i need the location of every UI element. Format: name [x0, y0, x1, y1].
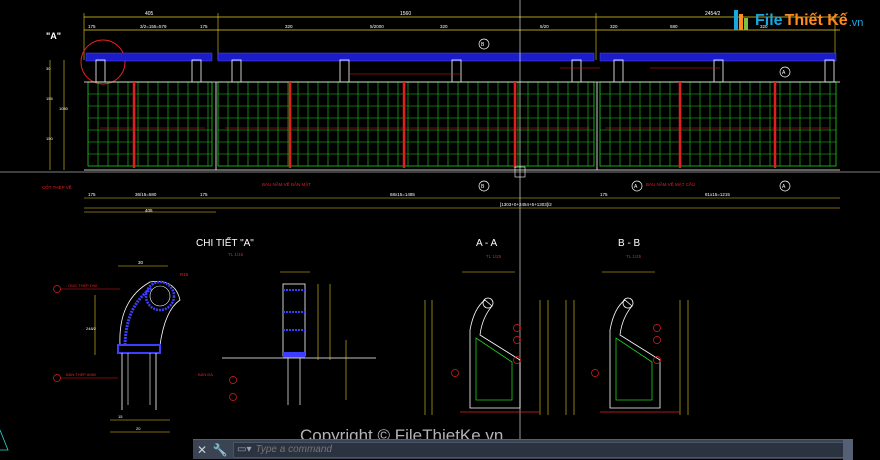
- svg-text:B: B: [481, 42, 485, 48]
- svg-text:ỐNG THÉP D90: ỐNG THÉP D90: [68, 283, 98, 288]
- left-dimensions: 30 155 150 1050: [46, 60, 69, 170]
- svg-text:248/2: 248/2: [86, 326, 97, 331]
- crosshair-cursor: [0, 0, 880, 440]
- note-red-1: BÁU NẮM VỀ BẢN MẶT: [262, 180, 311, 187]
- logo-text-vn: .vn: [848, 17, 864, 29]
- logo-icon: [733, 8, 751, 34]
- svg-text:BẢN THÉP 6MM: BẢN THÉP 6MM: [66, 372, 96, 377]
- svg-text:580: 580: [670, 24, 678, 29]
- command-prompt-icon: ▭▾: [237, 444, 252, 455]
- detail-a-scale: TL 1/15: [228, 252, 244, 257]
- top-dim-1: 405: [145, 11, 154, 17]
- svg-text:5/20: 5/20: [540, 24, 549, 29]
- svg-text:150: 150: [46, 136, 53, 141]
- svg-text:A: A: [782, 184, 786, 190]
- command-line-bar: ✕ 🔧 ▭▾: [193, 439, 853, 460]
- cad-drawing-canvas[interactable]: 405 1560 2454/2 175 3/2=155=579 175 320 …: [0, 0, 880, 460]
- red-dim-lines: [100, 67, 830, 129]
- top-dim-3: 2454/2: [705, 11, 721, 17]
- svg-text:405: 405: [145, 208, 153, 213]
- svg-text:81x15=1215: 81x15=1215: [705, 192, 730, 197]
- section-markers: [478, 38, 791, 192]
- detail-callout-circle: [80, 39, 126, 85]
- note-red-2: BÁU NẮM VỀ MẶT CẦU: [646, 180, 695, 187]
- svg-text:320: 320: [610, 24, 618, 29]
- top-dimensions: 405 1560 2454/2 175 3/2=155=579 175 320 …: [83, 11, 840, 60]
- svg-text:B: B: [481, 184, 485, 190]
- svg-text:BẢN ĐÁ: BẢN ĐÁ: [198, 372, 213, 377]
- ucs-icon: [0, 429, 9, 451]
- svg-text:1050: 1050: [59, 106, 69, 111]
- svg-text:175: 175: [88, 24, 96, 29]
- top-dim-2: 1560: [400, 11, 411, 17]
- panel-frame: [84, 81, 840, 171]
- section-bb-drawing: [565, 271, 689, 415]
- logo: File Thiết Kế .vn: [733, 8, 863, 34]
- post-side-view: [222, 271, 376, 405]
- svg-text:155: 155: [46, 96, 53, 101]
- red-posts: [132, 82, 777, 168]
- svg-text:175: 175: [88, 192, 96, 197]
- mesh-panels: [87, 81, 837, 167]
- detail-marker-a: "A": [46, 31, 61, 41]
- svg-text:175: 175: [600, 192, 608, 197]
- mesh-grid-lines: [88, 82, 836, 166]
- command-input-box[interactable]: ▭▾: [233, 441, 849, 458]
- note-red-3: CỐT THÉP VỀ: [42, 184, 72, 190]
- section-bb-scale: TL 1/25: [626, 254, 642, 259]
- svg-text:3/2=155=579: 3/2=155=579: [140, 24, 167, 29]
- svg-text:A: A: [634, 184, 638, 190]
- svg-text:[1303+0+2454+5+1303]/2: [1303+0+2454+5+1303]/2: [500, 202, 552, 207]
- svg-text:R15: R15: [180, 272, 189, 277]
- command-input[interactable]: [251, 442, 848, 457]
- bottom-dimensions: 175 36/15=580 175 68x15=1485 175 81x15=1…: [84, 192, 840, 213]
- detail-a-drawing: 30 R15 248/2 15 20 ỐNG THÉP D90 BẢN THÉP…: [53, 260, 213, 433]
- section-aa-drawing: [424, 271, 549, 415]
- svg-text:320: 320: [285, 24, 293, 29]
- svg-text:30: 30: [46, 66, 51, 71]
- section-aa-scale: TL 1/25: [486, 254, 502, 259]
- svg-text:320: 320: [440, 24, 448, 29]
- logo-text-file: File: [755, 12, 783, 29]
- section-aa-title: A - A: [476, 238, 497, 249]
- wrench-icon[interactable]: 🔧: [211, 441, 229, 459]
- svg-text:36/15=580: 36/15=580: [135, 192, 157, 197]
- svg-text:20: 20: [136, 426, 141, 431]
- close-icon[interactable]: ✕: [193, 441, 211, 459]
- svg-text:A: A: [782, 70, 786, 76]
- detail-a-title: CHI TIẾT "A": [196, 236, 254, 249]
- posts: [95, 59, 835, 83]
- svg-text:30: 30: [138, 260, 144, 265]
- logo-text-thietke: Thiết Kế: [784, 12, 848, 29]
- svg-text:175: 175: [200, 192, 208, 197]
- svg-text:5/2000: 5/2000: [370, 24, 384, 29]
- svg-text:68x15=1485: 68x15=1485: [390, 192, 415, 197]
- handrail-mid: [217, 52, 595, 62]
- command-scrollbar[interactable]: [843, 440, 853, 460]
- svg-text:15: 15: [118, 414, 123, 419]
- svg-text:175: 175: [200, 24, 208, 29]
- section-bb-title: B - B: [618, 238, 641, 249]
